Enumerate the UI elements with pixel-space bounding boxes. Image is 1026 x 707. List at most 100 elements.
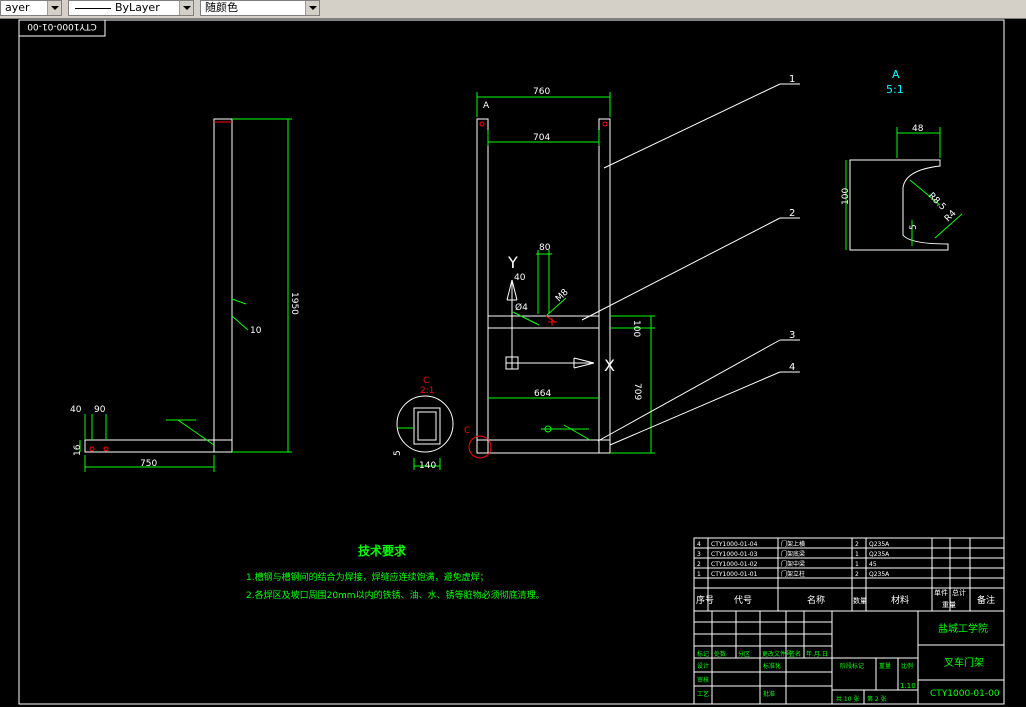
bom-row-code: CTY1000-01-04 xyxy=(711,541,758,548)
bom-row-material: Q235A xyxy=(869,571,890,578)
axis-y-label: Y xyxy=(507,253,518,272)
section-a-title: A xyxy=(892,68,900,81)
role-process: 工艺 xyxy=(697,690,709,698)
balloon-4: 4 xyxy=(789,362,795,373)
bom-header-unit: 单件 xyxy=(934,588,948,597)
detail-c-dim-5: 5 xyxy=(393,450,403,456)
color-combo[interactable]: 随颜色 xyxy=(200,0,320,16)
drawing-canvas[interactable]: CTY1000-01-00 1950 10 40 90 16 750 A 760… xyxy=(0,18,1026,707)
dim-phi4: Ø4 xyxy=(515,302,528,313)
dim-40: 40 xyxy=(514,273,526,283)
tech-req-item-2: 2.各焊区及坡口周围20mm以内的铁锈、油、水、锈等脏物必须彻底清理。 xyxy=(246,589,545,601)
chevron-down-icon[interactable] xyxy=(305,1,319,15)
drawing-name: 叉车门架 xyxy=(944,656,984,669)
bom-row-material: Q235A xyxy=(869,541,890,548)
detail-c-view xyxy=(396,395,454,470)
bom-row-name: 门架立柱 xyxy=(781,570,805,578)
balloon-numbers: 1 2 3 4 xyxy=(789,74,795,373)
section-a-dim-100: 100 xyxy=(841,188,851,205)
bom-header-material: 材料 xyxy=(891,594,909,606)
bom-header-remark: 备注 xyxy=(977,594,995,606)
bom-header-total: 总计 xyxy=(952,588,966,597)
scale-value: 1:10 xyxy=(900,682,916,690)
rev-col-zone: 分区 xyxy=(738,650,750,658)
bom-row-no: 3 xyxy=(697,551,701,558)
section-a-dim-r8-5: R8.5 xyxy=(926,191,948,213)
dim-750: 750 xyxy=(140,459,157,469)
section-a-dim-48: 48 xyxy=(912,124,924,134)
technical-requirements: 技术要求 1.槽钢与槽钢间的结合为焊接，焊缝应连续饱满，避免虚焊； 2.各焊区及… xyxy=(246,543,545,601)
balloon-2: 2 xyxy=(789,208,795,219)
bom-row-name: 门架底梁 xyxy=(781,550,805,558)
side-view xyxy=(79,118,292,472)
bom-row-name: 门架上横 xyxy=(781,540,805,548)
bom-row-code: CTY1000-01-01 xyxy=(711,571,758,578)
bom-row-qty: 1 xyxy=(855,551,859,558)
dim-m8: M8 xyxy=(554,287,571,304)
balloon-1: 1 xyxy=(789,74,795,85)
bom-row-name: 门架中梁 xyxy=(781,560,805,568)
dim-90: 90 xyxy=(94,405,106,415)
detail-c-dim-140: 140 xyxy=(419,461,436,471)
stage-mark-label: 阶段标记 xyxy=(840,662,864,670)
color-combo-value: 随颜色 xyxy=(205,1,238,14)
front-view-dimensions: A 760 704 80 40 Ø4 M8 100 664 709 C Y X xyxy=(464,87,642,436)
bom-header-weight: 重量 xyxy=(942,601,956,609)
bom-row-code: CTY1000-01-03 xyxy=(711,551,758,558)
dim-704: 704 xyxy=(533,133,550,143)
bom-row-qty: 2 xyxy=(855,541,859,548)
scale-label: 比例 xyxy=(901,662,913,670)
front-view xyxy=(468,92,655,459)
detail-c-labels: C 2:1 5 140 xyxy=(393,376,436,471)
sheet-number: 第 2 张 xyxy=(867,695,887,703)
dim-16: 16 xyxy=(73,444,83,456)
drawing-code: CTY1000-01-00 xyxy=(930,689,1000,699)
bom-row-no: 2 xyxy=(697,561,701,568)
dim-709: 709 xyxy=(632,383,642,400)
tech-req-item-1: 1.槽钢与槽钢间的结合为焊接，焊缝应连续饱满，避免虚焊； xyxy=(246,571,489,583)
rev-col-doc: 更改文件号 xyxy=(762,650,792,658)
dim-664: 664 xyxy=(534,389,551,399)
role-review: 审核 xyxy=(697,676,709,684)
dim-100: 100 xyxy=(631,320,641,337)
rev-col-count: 处数 xyxy=(714,650,726,658)
dim-height: 1950 xyxy=(289,292,299,315)
balloon-3: 3 xyxy=(789,330,795,341)
chevron-down-icon[interactable] xyxy=(179,1,193,15)
layer-combo[interactable]: ayer xyxy=(0,0,62,16)
linetype-combo-value: ByLayer xyxy=(115,1,160,14)
frame-code-text: CTY1000-01-00 xyxy=(27,21,97,31)
bom-row-qty: 1 xyxy=(855,561,859,568)
school-name: 盐城工学院 xyxy=(938,622,988,635)
section-a-dim-5: 5 xyxy=(909,224,919,230)
rev-col-date: 年.月.日 xyxy=(806,650,828,658)
rev-col-mark: 标记 xyxy=(697,650,709,658)
side-view-dimensions: 1950 10 40 90 16 750 xyxy=(70,292,299,469)
bom-row-qty: 2 xyxy=(855,571,859,578)
detail-c-scale: 2:1 xyxy=(420,386,434,396)
section-a-dim-r4: R4 xyxy=(943,208,959,224)
dim-weld: 10 xyxy=(250,326,262,336)
dim-80: 80 xyxy=(539,243,551,253)
properties-toolbar: ayer ByLayer 随颜色 xyxy=(0,0,1026,19)
bom-row-material: 45 xyxy=(869,561,877,568)
bom-header-qty: 数量 xyxy=(853,596,867,605)
bom-row-no: 4 xyxy=(697,541,701,548)
linetype-combo[interactable]: ByLayer xyxy=(68,0,194,16)
bom-row-material: Q235A xyxy=(869,551,890,558)
balloon-leaders xyxy=(581,83,800,446)
tech-req-title: 技术要求 xyxy=(358,543,407,558)
chevron-down-icon[interactable] xyxy=(47,1,61,15)
label-c: C xyxy=(464,426,470,436)
role-standard: 标准化 xyxy=(763,662,781,670)
role-approve: 批准 xyxy=(763,690,775,698)
bom-header-code: 代号 xyxy=(734,595,752,606)
sheets-total: 共 10 张 xyxy=(836,695,859,703)
bom-row-code: CTY1000-01-02 xyxy=(711,561,758,568)
rev-col-sign: 签名 xyxy=(789,650,801,658)
linetype-sample-line xyxy=(75,8,111,9)
dim-40: 40 xyxy=(70,405,82,415)
section-a-scale: 5:1 xyxy=(886,83,904,96)
role-design: 设计 xyxy=(697,662,709,670)
bom-header-name: 名称 xyxy=(807,594,825,606)
